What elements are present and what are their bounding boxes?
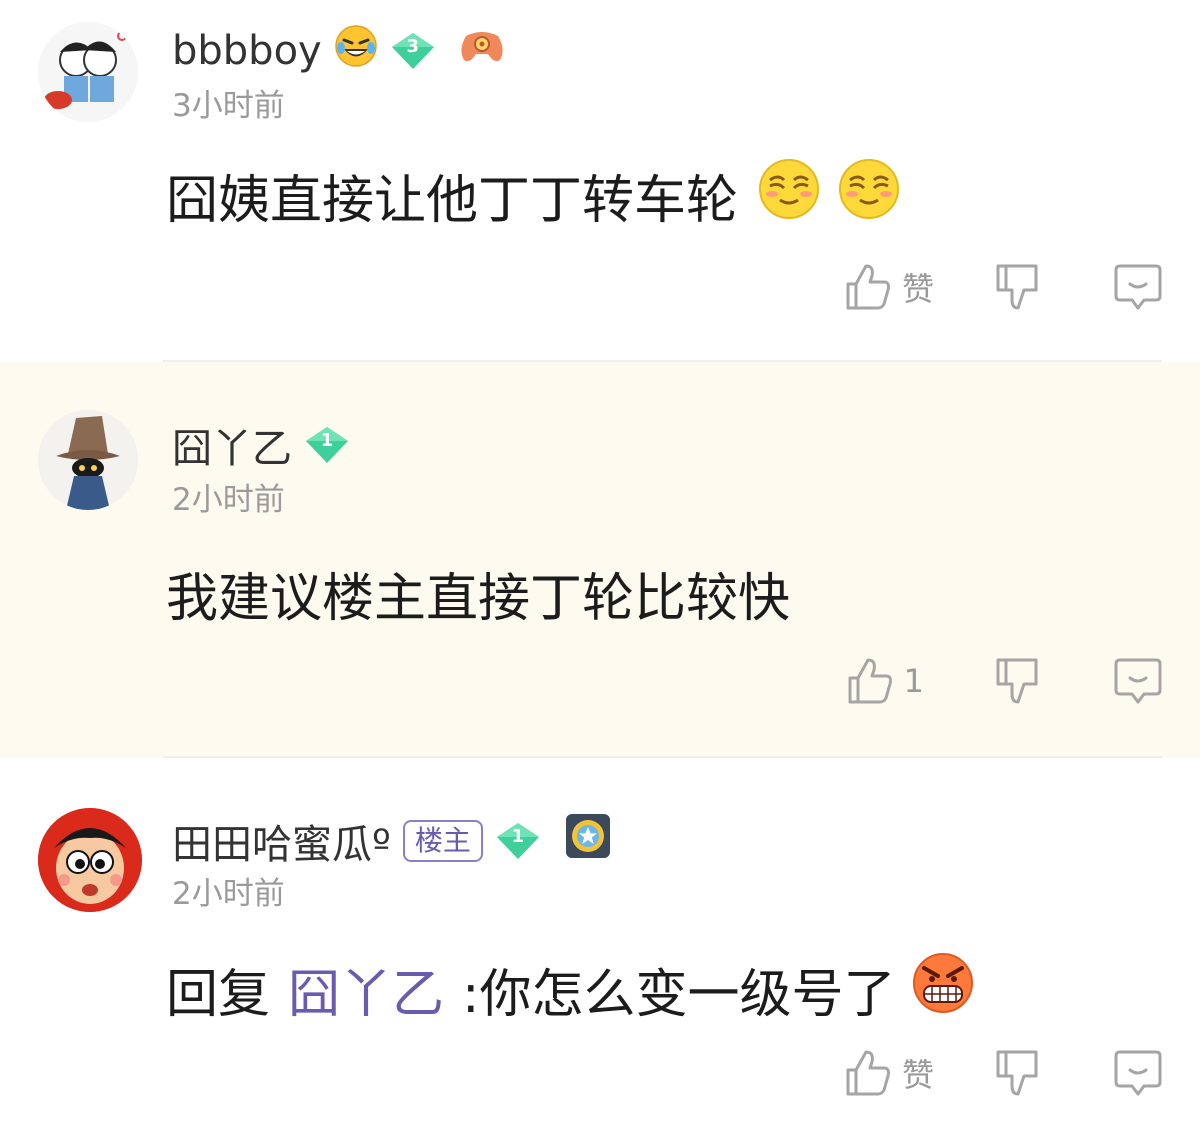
thumbs-down-icon bbox=[996, 658, 1038, 704]
avatar[interactable] bbox=[38, 410, 138, 510]
reply-button[interactable] bbox=[1114, 656, 1162, 706]
reply-button[interactable] bbox=[1114, 1048, 1162, 1098]
level-number: 1 bbox=[320, 430, 334, 451]
comment-actions: 1 bbox=[846, 656, 1162, 706]
username[interactable]: bbbboy bbox=[172, 28, 322, 74]
dislike-button[interactable] bbox=[994, 656, 1040, 706]
comment-bubble-icon bbox=[1114, 1050, 1162, 1096]
username-row: 囧丫乙 1 bbox=[172, 416, 350, 474]
dislike-button[interactable] bbox=[994, 262, 1040, 312]
reply-prefix: 回复 bbox=[166, 965, 271, 1025]
comment-text: :你怎么变一级号了 bbox=[462, 965, 896, 1025]
like-button[interactable]: 赞 bbox=[844, 262, 934, 312]
thumbs-up-icon bbox=[846, 264, 890, 310]
comment-item: bbbboy 3 3小时前 囧姨直接让他丁丁转车轮 赞 bbox=[0, 0, 1200, 362]
comment-item: 田田哈蜜瓜º 楼主 1 2小时前 回复 囧丫乙 :你怎么变一级号了 赞 bbox=[0, 758, 1200, 1121]
username-row: 田田哈蜜瓜º 楼主 1 bbox=[172, 812, 611, 870]
game-controller-icon bbox=[458, 26, 506, 76]
level-number: 3 bbox=[406, 36, 419, 57]
username[interactable]: 囧丫乙 bbox=[172, 416, 292, 474]
comment-actions: 赞 bbox=[844, 262, 1162, 312]
thumbs-up-icon bbox=[846, 1050, 890, 1096]
mention-link[interactable]: 囧丫乙 bbox=[288, 952, 444, 1027]
like-count: 1 bbox=[903, 662, 924, 700]
angry-face-emoji-icon bbox=[912, 952, 974, 1027]
reply-button[interactable] bbox=[1114, 262, 1162, 312]
like-label: 赞 bbox=[901, 270, 934, 308]
post-time: 2小时前 bbox=[172, 876, 285, 912]
star-medal-icon bbox=[565, 813, 611, 869]
thumbs-up-icon bbox=[848, 658, 892, 704]
username[interactable]: 田田哈蜜瓜º bbox=[172, 812, 391, 870]
username-row: bbbboy 3 bbox=[172, 24, 506, 78]
comment-actions: 赞 bbox=[844, 1048, 1162, 1098]
thumbs-down-icon bbox=[996, 1050, 1038, 1096]
comment-text-row: 囧姨直接让他丁丁转车轮 bbox=[166, 158, 900, 233]
like-button[interactable]: 1 bbox=[846, 656, 924, 706]
avatar[interactable] bbox=[38, 808, 142, 912]
laughing-emoji-icon bbox=[334, 24, 378, 78]
level-gem-icon: 1 bbox=[495, 821, 541, 861]
comment-text: 我建议楼主直接丁轮比较快 bbox=[166, 569, 791, 629]
comment-text-row: 我建议楼主直接丁轮比较快 bbox=[166, 556, 790, 631]
level-gem-icon: 3 bbox=[390, 31, 436, 71]
comment-bubble-icon bbox=[1114, 658, 1162, 704]
thumbs-down-icon bbox=[996, 264, 1038, 310]
smug-smile-emoji-icon bbox=[758, 158, 820, 233]
post-time: 3小时前 bbox=[172, 88, 285, 124]
level-gem-icon: 1 bbox=[304, 425, 350, 465]
thread-host-badge: 楼主 bbox=[402, 820, 483, 862]
level-number: 1 bbox=[511, 826, 525, 847]
smug-smile-emoji-icon bbox=[838, 158, 900, 233]
dislike-button[interactable] bbox=[994, 1048, 1040, 1098]
avatar[interactable] bbox=[38, 22, 138, 122]
like-button[interactable]: 赞 bbox=[844, 1048, 934, 1098]
comment-bubble-icon bbox=[1114, 264, 1162, 310]
post-time: 2小时前 bbox=[172, 482, 285, 518]
like-label: 赞 bbox=[901, 1056, 934, 1094]
comment-text-row: 回复 囧丫乙 :你怎么变一级号了 bbox=[166, 952, 974, 1027]
comment-text: 囧姨直接让他丁丁转车轮 bbox=[166, 171, 739, 231]
comment-item: 囧丫乙 1 2小时前 我建议楼主直接丁轮比较快 1 bbox=[0, 362, 1200, 758]
